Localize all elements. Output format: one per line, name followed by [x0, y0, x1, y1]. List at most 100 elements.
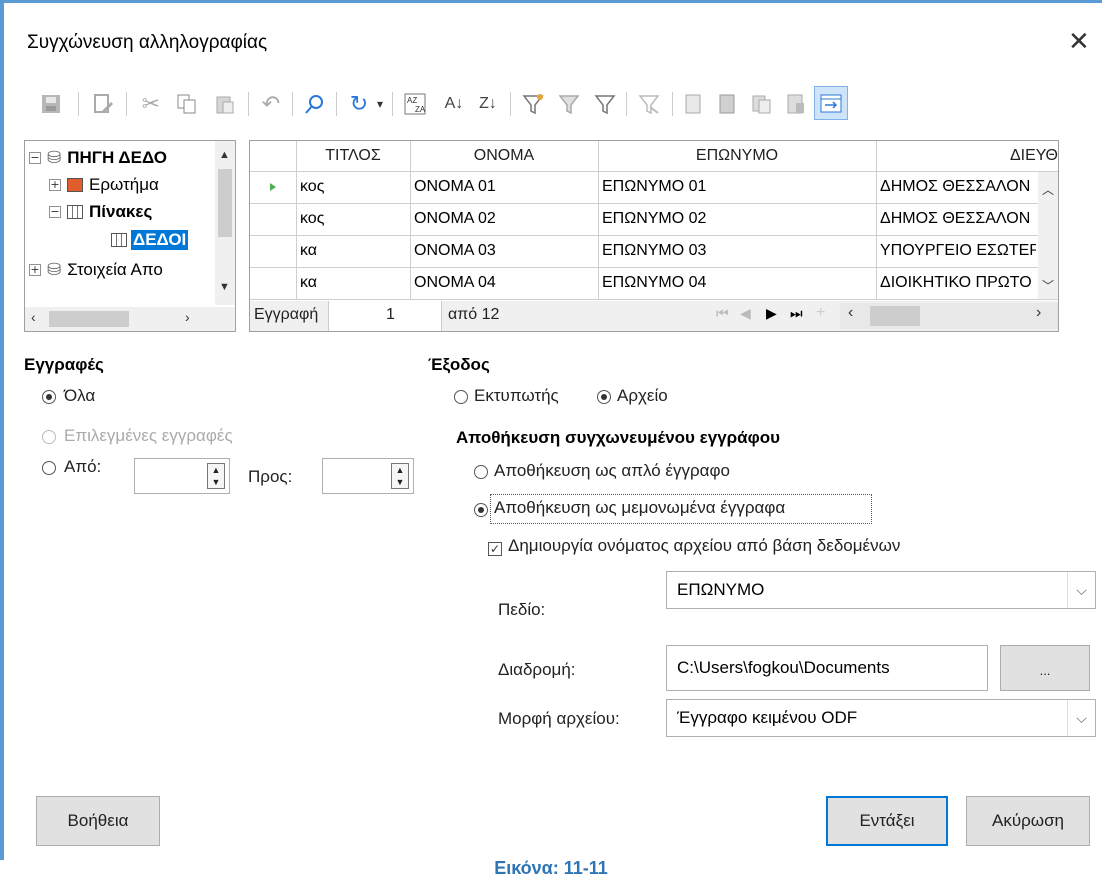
dropdown-icon[interactable]: ▾: [372, 84, 388, 124]
ok-button[interactable]: Εντάξει: [826, 796, 948, 846]
refresh-icon[interactable]: ↻: [344, 84, 374, 124]
table-cell[interactable]: ΟΝΟΜΑ 04: [410, 268, 598, 298]
column-header-title[interactable]: ΤΙΤΛΟΣ: [296, 141, 410, 171]
scroll-up-icon[interactable]: ▲: [219, 149, 230, 161]
tree-item-source[interactable]: − ⛁ ΠΗΓΗ ΔΕΔΟ: [29, 145, 167, 171]
from-spinbox[interactable]: ▲ ▼: [134, 458, 230, 494]
edit-icon[interactable]: [88, 84, 118, 124]
table-cell[interactable]: ΔΗΜΟΣ ΘΕΣΣΑΛΟΝ: [876, 204, 1036, 234]
tree-hscroll-thumb[interactable]: [49, 311, 129, 327]
remove-filter-icon[interactable]: [634, 84, 664, 124]
paste-icon[interactable]: [210, 84, 240, 124]
last-record-icon[interactable]: ⏭: [790, 305, 803, 322]
format-dropdown[interactable]: Έγγραφο κειμένου ODF ⌵: [666, 699, 1096, 737]
table-cell[interactable]: ΕΠΩΝΥΜΟ 01: [598, 172, 876, 202]
cancel-button[interactable]: Ακύρωση: [966, 796, 1090, 846]
save-single-radio[interactable]: [474, 465, 488, 479]
chevron-down-icon[interactable]: ⌵: [1067, 572, 1095, 608]
expand-icon[interactable]: +: [49, 179, 61, 191]
all-records-radio[interactable]: [42, 390, 56, 404]
mail-merge-icon[interactable]: [746, 84, 776, 124]
svg-text:AZ: AZ: [407, 96, 417, 105]
record-number-field[interactable]: [328, 301, 442, 331]
scroll-down-icon[interactable]: ▼: [219, 281, 230, 293]
save-single-label[interactable]: Αποθήκευση ως απλό έγγραφο: [494, 461, 730, 481]
printer-radio[interactable]: [454, 390, 468, 404]
previous-record-icon[interactable]: ◀: [740, 305, 751, 322]
table-icon: [67, 205, 83, 219]
scroll-down-icon[interactable]: ﹀: [1042, 277, 1054, 294]
find-icon[interactable]: [300, 84, 330, 124]
file-radio[interactable]: [597, 390, 611, 404]
generate-name-checkbox[interactable]: ✓: [488, 542, 502, 556]
table-cell[interactable]: ΟΝΟΜΑ 01: [410, 172, 598, 202]
column-header-name[interactable]: ΟΝΟΜΑ: [410, 141, 598, 171]
generate-name-label[interactable]: Δημιουργία ονόματος αρχείου από βάση δεδ…: [508, 536, 900, 556]
expand-icon[interactable]: +: [29, 264, 41, 276]
selected-records-label[interactable]: Επιλεγμένες εγγραφές: [64, 426, 233, 446]
next-record-icon[interactable]: ▶: [766, 305, 777, 322]
close-icon[interactable]: ✕: [1068, 26, 1090, 56]
spin-arrows-icon[interactable]: ▲ ▼: [391, 463, 409, 489]
help-button[interactable]: Βοήθεια: [36, 796, 160, 846]
selected-records-radio[interactable]: [42, 430, 56, 444]
explorer-icon[interactable]: [816, 84, 846, 124]
table-cell[interactable]: κος: [296, 204, 410, 234]
table-cell[interactable]: κα: [296, 268, 410, 298]
from-records-radio[interactable]: [42, 461, 56, 475]
collapse-icon[interactable]: −: [29, 152, 41, 164]
collapse-icon[interactable]: −: [49, 206, 61, 218]
to-spinbox[interactable]: ▲ ▼: [322, 458, 414, 494]
table-cell[interactable]: ΕΠΩΝΥΜΟ 03: [598, 236, 876, 266]
column-header-address[interactable]: ΔΙΕΥΘ: [876, 141, 1058, 171]
save-individual-label[interactable]: Αποθήκευση ως μεμονωμένα έγγραφα: [494, 498, 785, 518]
scroll-right-icon[interactable]: ›: [185, 309, 190, 325]
tree-item-tables[interactable]: − Πίνακες: [49, 199, 152, 225]
save-individual-radio[interactable]: [474, 503, 488, 517]
sort-descending-icon[interactable]: Z↓: [472, 84, 504, 124]
printer-label[interactable]: Εκτυπωτής: [474, 386, 559, 406]
table-cell[interactable]: ΟΝΟΜΑ 02: [410, 204, 598, 234]
tree-scroll-thumb[interactable]: [218, 169, 232, 237]
first-record-icon[interactable]: ⏮: [716, 305, 729, 322]
scroll-left-icon[interactable]: ‹: [31, 309, 36, 325]
form-icon[interactable]: AZ ZA: [400, 84, 430, 124]
autofilter-icon[interactable]: [518, 84, 548, 124]
browse-button[interactable]: ...: [1000, 645, 1090, 691]
grid-hscroll-thumb[interactable]: [870, 306, 920, 326]
scroll-up-icon[interactable]: ︿: [1042, 181, 1054, 198]
data-to-fields-icon[interactable]: [712, 84, 742, 124]
data-to-text-icon[interactable]: [678, 84, 708, 124]
table-cell[interactable]: ΔΗΜΟΣ ΘΕΣΣΑΛΟΝ: [876, 172, 1036, 202]
scroll-right-icon[interactable]: ›: [1036, 304, 1041, 322]
column-header-surname[interactable]: ΕΠΩΝΥΜΟ: [598, 141, 876, 171]
source-icon[interactable]: [780, 84, 810, 124]
filter-icon[interactable]: [590, 84, 620, 124]
save-icon[interactable]: [36, 84, 66, 124]
tree-item-table[interactable]: ΔΕΔΟΙ: [111, 227, 189, 253]
tree-item-misc[interactable]: + ⛁ Στοιχεία Απο: [29, 257, 163, 283]
file-label[interactable]: Αρχείο: [617, 386, 668, 406]
data-source-tree[interactable]: − ⛁ ΠΗΓΗ ΔΕΔΟ + Ερωτήμα − Πίνακες ΔΕΔΟΙ …: [24, 140, 236, 332]
standard-filter-icon[interactable]: [554, 84, 584, 124]
table-cell[interactable]: ΔΙΟΙΚΗΤΙΚΟ ΠΡΩΤΟ: [876, 268, 1036, 298]
cut-icon[interactable]: ✂: [136, 84, 166, 124]
field-dropdown[interactable]: ΕΠΩΝΥΜΟ ⌵: [666, 571, 1096, 609]
sort-ascending-icon[interactable]: A↓: [438, 84, 470, 124]
path-input[interactable]: C:\Users\fogkou\Documents: [666, 645, 988, 691]
table-cell[interactable]: κα: [296, 236, 410, 266]
spin-arrows-icon[interactable]: ▲ ▼: [207, 463, 225, 489]
undo-icon[interactable]: ↶: [256, 84, 286, 124]
all-records-label[interactable]: Όλα: [64, 386, 95, 406]
table-cell[interactable]: ΟΝΟΜΑ 03: [410, 236, 598, 266]
table-cell[interactable]: ΕΠΩΝΥΜΟ 04: [598, 268, 876, 298]
records-grid[interactable]: ΤΙΤΛΟΣ ΟΝΟΜΑ ΕΠΩΝΥΜΟ ΔΙΕΥΘ κος ΟΝΟΜΑ 01 …: [249, 140, 1059, 332]
tree-item-queries[interactable]: + Ερωτήμα: [49, 172, 159, 198]
table-cell[interactable]: ΥΠΟΥΡΓΕΙΟ ΕΣΩΤΕΡ: [876, 236, 1036, 266]
copy-icon[interactable]: [172, 84, 202, 124]
table-cell[interactable]: ΕΠΩΝΥΜΟ 02: [598, 204, 876, 234]
scroll-left-icon[interactable]: ‹: [848, 304, 853, 322]
chevron-down-icon[interactable]: ⌵: [1067, 700, 1095, 736]
table-cell[interactable]: κος: [296, 172, 410, 202]
new-record-icon[interactable]: +: [816, 304, 825, 322]
